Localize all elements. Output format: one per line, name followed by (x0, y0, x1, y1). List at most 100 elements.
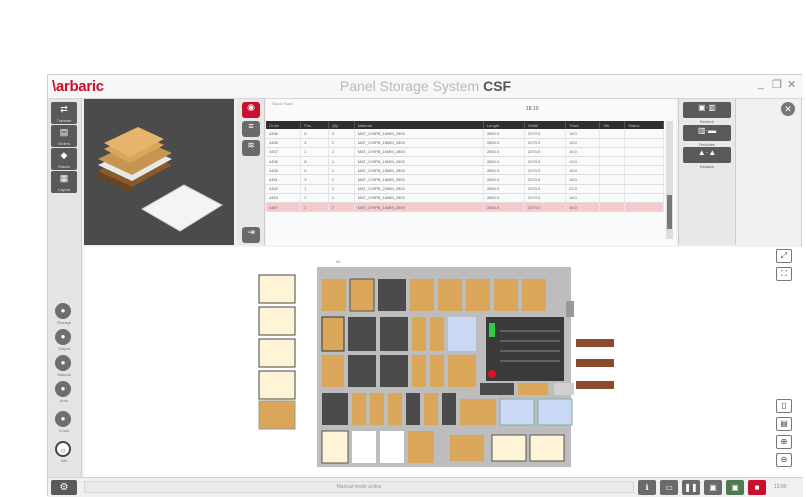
storage-slot[interactable] (448, 317, 476, 351)
relocate-button[interactable]: ▥·▬ (683, 125, 731, 141)
storage-slot[interactable] (410, 279, 434, 311)
storage-slot[interactable] (522, 279, 546, 311)
table-row[interactable]: 4456 5 1 MAT_CHIPB_18MM_2800 2800.0 2070.0 18.… (266, 165, 664, 176)
table-row[interactable]: 4456 8 2 MAT_CHIPB_18MM_2800 2800.0 2070.0 18.… (266, 129, 664, 139)
storage-slot[interactable] (348, 355, 376, 387)
table-row[interactable]: 4458 8 1 MAT_CHIPB_19MM_2800 2800.0 2070.0 19.… (266, 156, 664, 167)
storage-slot[interactable] (352, 393, 366, 425)
storage-slot[interactable] (494, 279, 518, 311)
buffer-slot[interactable] (258, 400, 296, 430)
table-row[interactable]: 4457 1 2 MAT_CHIPB_16MM_2800 2800.0 2070.0 16.… (266, 202, 664, 213)
storage-slot[interactable] (321, 430, 349, 464)
destack-button[interactable]: ▲·▲ (683, 147, 731, 163)
table-row[interactable]: 4456 4 2 MAT_CHIPB_18MM_2800 2800.0 2070.0 18.… (266, 138, 664, 148)
stacks-button[interactable]: ◆ Stacks (51, 148, 77, 170)
column-header[interactable]: Order (266, 121, 302, 129)
storage-slot[interactable] (349, 278, 375, 312)
storage-slot[interactable] (352, 431, 376, 463)
storage-slot[interactable] (466, 279, 490, 311)
storage-slot[interactable] (388, 393, 402, 425)
storage-slot[interactable] (406, 393, 420, 425)
count-button[interactable]: ● (55, 411, 71, 427)
mode-button[interactable]: ▣ (704, 480, 722, 495)
zoom-in-button[interactable]: ⊕ (776, 435, 792, 449)
settings-button[interactable]: ⚙ (51, 480, 77, 495)
storage-slot[interactable] (499, 398, 535, 426)
storage-slot[interactable] (438, 279, 462, 311)
orders-button[interactable]: ▤ Orders (51, 125, 77, 147)
storage-slot[interactable] (424, 393, 438, 425)
column-header[interactable]: Thick (565, 121, 601, 129)
restore-button[interactable]: ❐ (772, 78, 782, 91)
storage-slot[interactable] (348, 317, 376, 351)
zoom-out-button[interactable]: ⊖ (776, 453, 792, 467)
table-row[interactable]: 4462 1 1 MAT_CHIPB_22MM_2800 2800.0 2070.0 22.… (266, 184, 664, 194)
storage-slot[interactable] (450, 435, 484, 461)
storage-slot[interactable] (529, 434, 565, 462)
storage-slot[interactable] (554, 383, 574, 395)
column-header[interactable]: Stk (599, 121, 626, 129)
table-scrollbar[interactable] (666, 121, 673, 239)
close-button[interactable]: ✕ (787, 78, 796, 91)
fullscreen-button[interactable]: ⛶ (776, 267, 792, 281)
minimize-button[interactable]: _ (758, 78, 764, 90)
storage-slot[interactable] (321, 316, 345, 352)
storage-slot[interactable] (380, 431, 404, 463)
storage-slot[interactable] (412, 355, 426, 387)
table-row[interactable]: 4463 2 1 MAT_CHIPB_18MM_2800 2800.0 2070.0 18.… (266, 193, 664, 204)
column-header[interactable]: Material (354, 121, 484, 129)
scroll-thumb[interactable] (667, 195, 672, 229)
column-header[interactable]: Status (624, 121, 664, 129)
column-header[interactable]: Width (524, 121, 567, 129)
storage-slot[interactable] (380, 355, 408, 387)
transfer-button[interactable]: ⇄ Transfer (51, 102, 77, 124)
alert-stack-button[interactable]: ◉ (242, 102, 260, 118)
logout-button[interactable]: ⇥ (242, 227, 260, 243)
start-button[interactable]: ▣ (726, 480, 744, 495)
storage-slot[interactable] (430, 317, 444, 351)
stop-button[interactable]: ■ (748, 480, 766, 495)
restock-button[interactable]: ▣·▥ (683, 102, 731, 118)
storage-slot[interactable] (430, 355, 444, 387)
storage-button[interactable]: ● (55, 303, 71, 319)
storage-slot[interactable] (537, 398, 573, 426)
storage-slot[interactable] (322, 279, 346, 311)
conveyor-station[interactable] (486, 317, 564, 381)
column-header[interactable]: Pos (300, 121, 329, 129)
storage-slot[interactable] (412, 317, 426, 351)
storage-slot[interactable] (480, 383, 514, 395)
pause-button[interactable]: ❚❚ (682, 480, 700, 495)
storage-slot[interactable] (448, 355, 476, 387)
buffer-slot[interactable] (258, 370, 296, 400)
storage-slot[interactable] (518, 383, 548, 395)
layers-button[interactable]: ≋ (242, 140, 260, 156)
buffer-slot[interactable] (258, 274, 296, 304)
storage-slot[interactable] (380, 317, 408, 351)
storage-slot[interactable] (322, 393, 348, 425)
column-header[interactable]: Qty (328, 121, 355, 129)
layers-toggle-button[interactable]: ▤ (776, 417, 792, 431)
storage-slot[interactable] (370, 393, 384, 425)
storage-slot[interactable] (442, 393, 456, 425)
storage-slot[interactable] (322, 355, 344, 387)
info-button[interactable]: ○ (55, 441, 71, 457)
table-row[interactable]: 4457 1 2 MAT_CHIPB_16MM_2800 2800.0 2070.0 16.… (266, 147, 664, 158)
buffer-slot[interactable] (258, 338, 296, 368)
buffer-slot[interactable] (258, 306, 296, 336)
storage-slot[interactable] (378, 279, 406, 311)
camera-button[interactable]: ▭ (660, 480, 678, 495)
close-panel-button[interactable]: ✕ (781, 102, 795, 116)
print-button[interactable]: ▯ (776, 399, 792, 413)
manual-button[interactable]: ● (55, 355, 71, 371)
storage-slot[interactable] (460, 399, 496, 425)
stack-view-button[interactable]: ≡ (242, 121, 260, 137)
info-status-button[interactable]: ℹ (638, 480, 656, 495)
storage-slot[interactable] (491, 434, 527, 462)
column-header[interactable]: Length (483, 121, 526, 129)
table-row[interactable]: 4461 3 2 MAT_CHIPB_18MM_2800 2800.0 2070.0 18.… (266, 174, 664, 185)
auto-button[interactable]: ● (55, 381, 71, 397)
output-button[interactable]: ● (55, 329, 71, 345)
layout-button[interactable]: ▦ Layout (51, 171, 77, 193)
fit-view-button[interactable]: ⤢ (776, 249, 792, 263)
storage-slot[interactable] (408, 431, 434, 463)
